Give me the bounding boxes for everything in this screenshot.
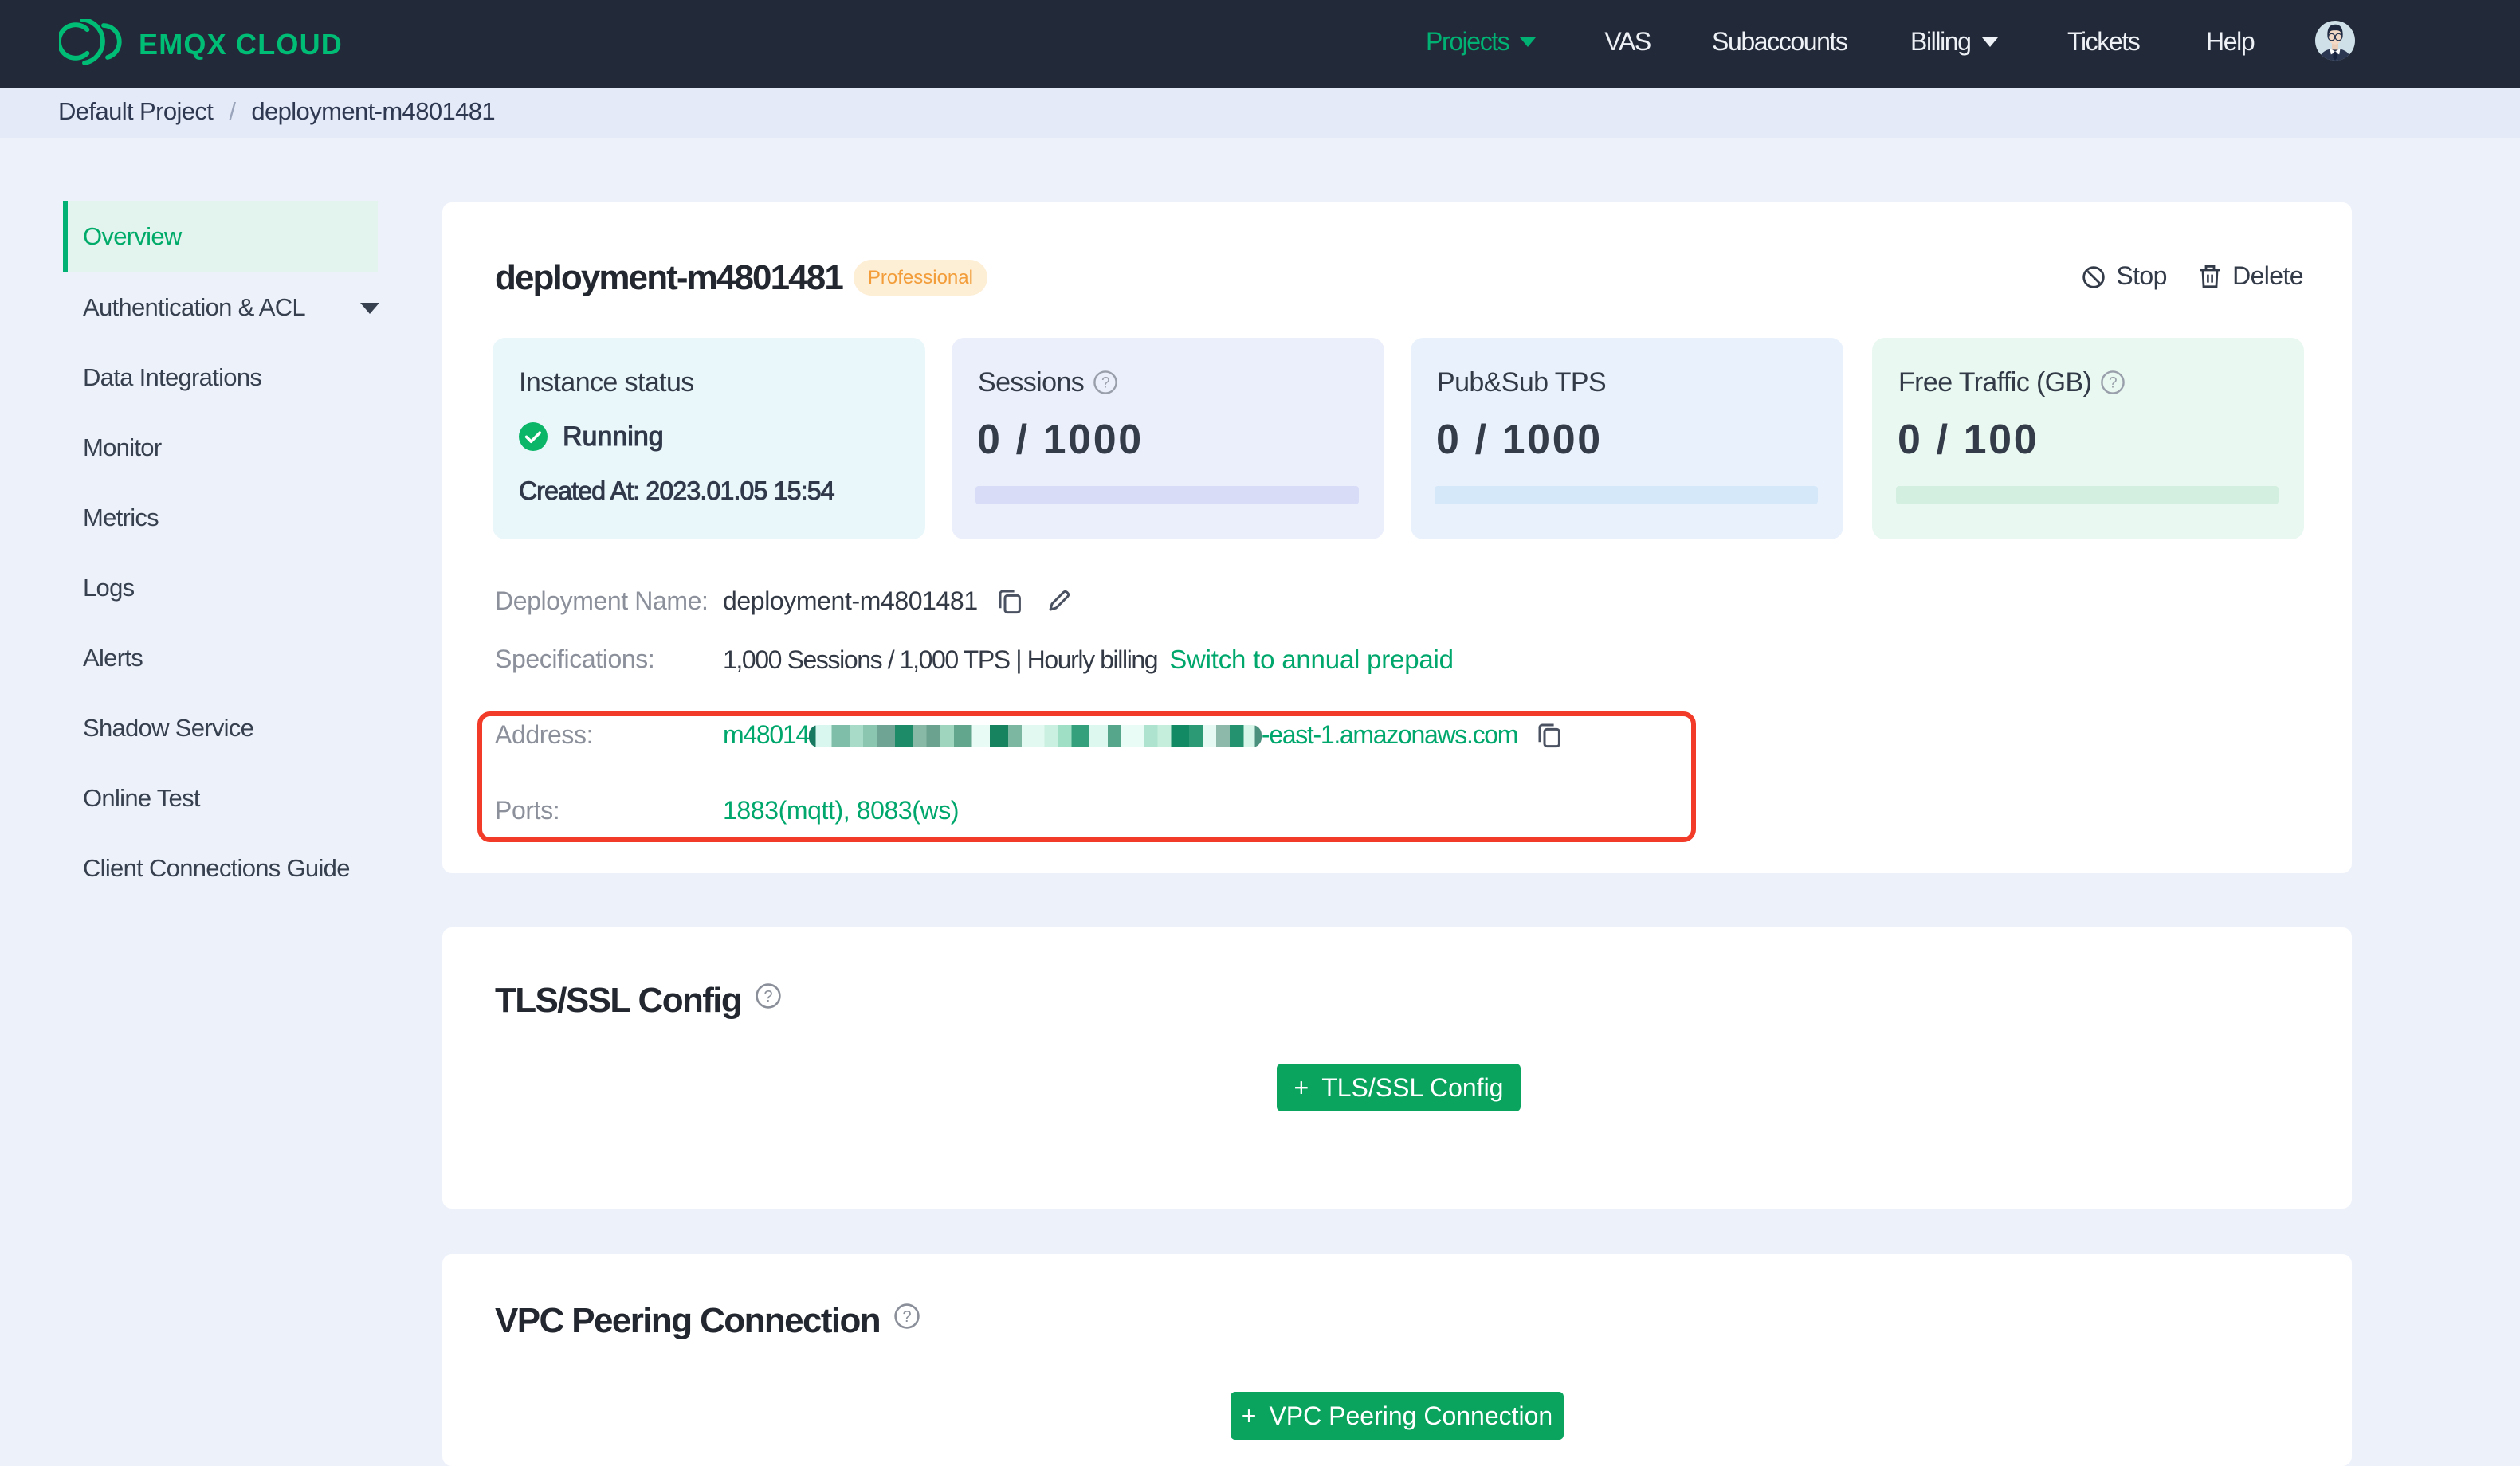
svg-text:?: ? xyxy=(1101,375,1109,392)
svg-text:?: ? xyxy=(2109,375,2117,392)
svg-text:?: ? xyxy=(903,1308,912,1326)
svg-text:?: ? xyxy=(764,988,773,1005)
